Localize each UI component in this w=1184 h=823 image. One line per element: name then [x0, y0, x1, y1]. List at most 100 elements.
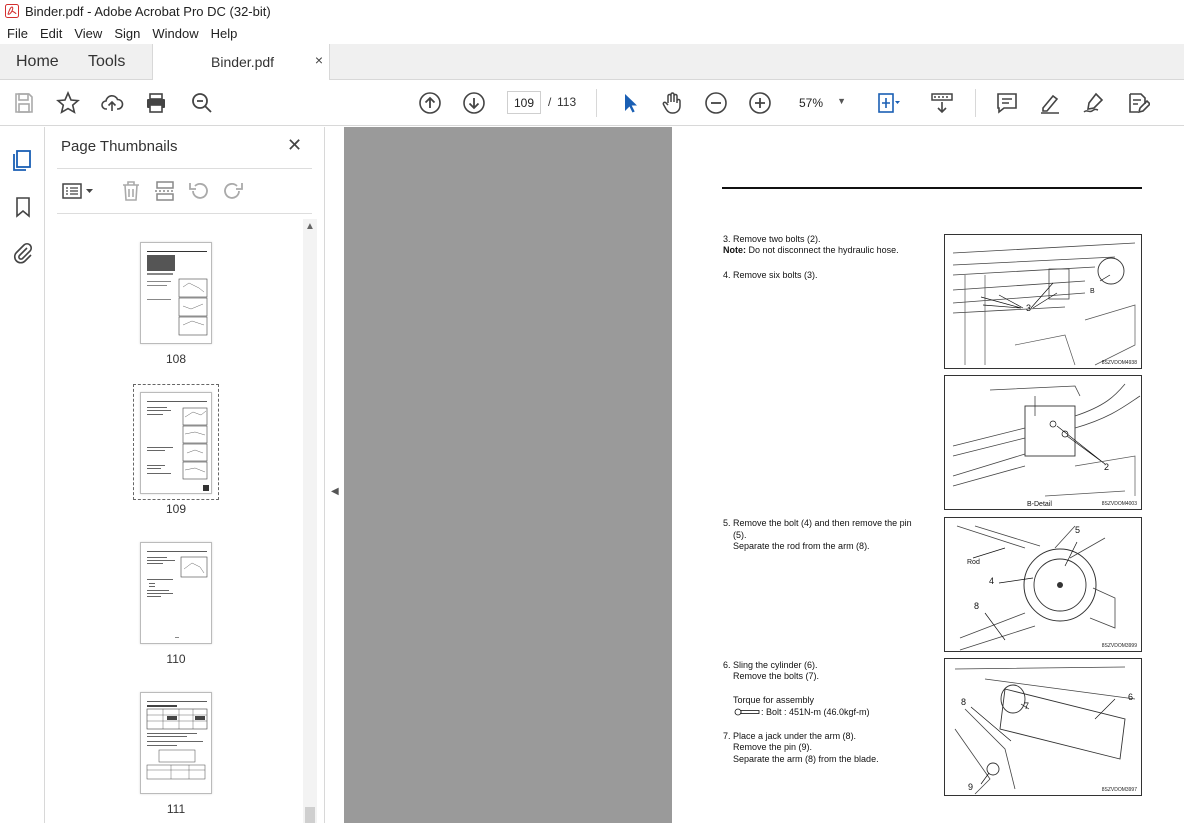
note-label: Note:	[723, 245, 746, 255]
chevron-down-icon: ▼	[837, 96, 846, 106]
step-4-text: 4. Remove six bolts (3).	[723, 270, 818, 280]
title-bar: Binder.pdf - Adobe Acrobat Pro DC (32-bi…	[0, 0, 1184, 22]
step-7-text: 7. Place a jack under the arm (8).	[723, 731, 857, 741]
tab-home[interactable]: Home	[16, 53, 59, 71]
close-tab-icon[interactable]: ×	[315, 52, 323, 68]
torque-value: : Bolt : 451N-m (46.0kgf-m)	[761, 707, 870, 717]
figure-pin-removal: 5 Rod 4 8 8SZVDOM3999	[944, 517, 1142, 652]
zoom-search-icon[interactable]	[190, 91, 214, 115]
page-thumbnails-icon[interactable]	[11, 147, 35, 171]
figure-caption: 8SZVDOM3997	[1101, 787, 1137, 793]
figure-illustration	[956, 525, 1116, 651]
page-thumbnail-111[interactable]	[140, 692, 212, 794]
figure-illustration	[952, 242, 1136, 366]
chevron-left-icon[interactable]: ◀	[331, 486, 339, 497]
step-6-text-sub: Remove the bolts (7).	[733, 671, 820, 681]
menu-edit[interactable]: Edit	[34, 26, 68, 41]
toolbar-divider	[596, 89, 597, 117]
step-5-text: 5. Remove the bolt (4) and then remove t…	[723, 518, 912, 528]
note-body: Do not disconnect the hydraulic hose.	[746, 245, 899, 255]
document-viewer-background	[344, 127, 672, 823]
panel-divider	[57, 168, 312, 169]
zoom-in-icon[interactable]	[748, 91, 772, 115]
thumbnails-panel: Page Thumbnails ✕ 108 109 110 111 ▲	[45, 127, 325, 823]
fit-page-icon[interactable]	[876, 91, 900, 115]
acrobat-app-icon	[5, 4, 19, 18]
step-5-text-cont: (5).	[733, 530, 747, 540]
tab-bar: Home Tools Binder.pdf ×	[0, 44, 1184, 81]
sign-icon[interactable]	[1082, 91, 1106, 115]
callout-label: 4	[989, 576, 995, 586]
wrench-icon	[734, 708, 760, 716]
panel-divider	[57, 213, 312, 214]
menu-view[interactable]: View	[68, 26, 108, 41]
extract-pages-icon[interactable]	[153, 179, 177, 203]
close-icon[interactable]: ✕	[287, 135, 302, 156]
header-rule	[722, 187, 1142, 189]
callout-label: 8	[961, 697, 967, 707]
thumbnail-options-icon[interactable]	[61, 179, 97, 203]
callout-label: 2	[1104, 462, 1110, 472]
rotate-clockwise-icon[interactable]	[221, 179, 245, 203]
callout-label: 6	[1128, 692, 1134, 702]
step-7-text-sub: Remove the pin (9).	[733, 742, 813, 752]
page-separator: /	[548, 95, 552, 109]
previous-page-icon[interactable]	[418, 91, 442, 115]
bookmark-star-icon[interactable]	[56, 90, 80, 115]
navigation-pane-bar	[0, 127, 45, 823]
scroll-mode-icon[interactable]	[930, 91, 954, 115]
callout-label: 8	[974, 601, 980, 611]
bookmarks-icon[interactable]	[11, 195, 35, 219]
menu-sign[interactable]: Sign	[108, 26, 146, 41]
menu-window[interactable]: Window	[146, 26, 204, 41]
callout-label: Rod	[967, 559, 980, 566]
menu-bar: File Edit View Sign Window Help	[0, 22, 1184, 44]
comment-icon[interactable]	[995, 91, 1019, 115]
detail-label: B-Detail	[1027, 501, 1052, 508]
tab-tools[interactable]: Tools	[88, 53, 125, 71]
tab-document-label: Binder.pdf	[211, 54, 275, 70]
toolbar-divider	[975, 89, 976, 117]
edit-pdf-icon[interactable]	[1126, 91, 1152, 115]
figure-illustration	[954, 666, 1136, 795]
figure-bolts-3: 3 B 8SZVDOM4938	[944, 234, 1142, 369]
collapse-pane-handle[interactable]: ◀	[325, 127, 344, 823]
window-title: Binder.pdf - Adobe Acrobat Pro DC (32-bi…	[25, 3, 271, 19]
callout-label: 7	[1024, 701, 1030, 711]
save-icon[interactable]	[12, 91, 36, 115]
thumbnails-scrollbar[interactable]: ▲	[303, 219, 317, 823]
step-6-text: 6. Sling the cylinder (6).	[723, 660, 818, 670]
upload-cloud-icon[interactable]	[100, 91, 124, 115]
print-icon[interactable]	[144, 91, 168, 115]
thumbnail-label: 110	[166, 652, 186, 666]
delete-page-icon[interactable]	[119, 179, 143, 203]
zoom-out-icon[interactable]	[704, 91, 728, 115]
highlight-pen-icon[interactable]	[1038, 91, 1062, 115]
callout-label: B	[1090, 288, 1095, 295]
callout-label: 3	[1026, 303, 1032, 313]
zoom-level-value: 57%	[799, 96, 824, 110]
scrollbar-thumb[interactable]	[305, 807, 315, 823]
page-thumbnail-109[interactable]	[140, 392, 212, 494]
page-number-input[interactable]: 109	[507, 91, 541, 114]
page-thumbnail-108[interactable]	[140, 242, 212, 344]
zoom-level-select[interactable]: 57% ▼	[790, 92, 854, 114]
hand-tool-icon[interactable]	[660, 91, 684, 115]
page-thumbnail-110[interactable]	[140, 542, 212, 644]
thumbnail-label: 108	[165, 352, 187, 366]
next-page-icon[interactable]	[462, 91, 486, 115]
menu-help[interactable]: Help	[205, 26, 244, 41]
thumbnail-label: 111	[166, 802, 186, 816]
select-cursor-icon[interactable]	[618, 91, 642, 115]
step-3-text: 3. Remove two bolts (2).	[723, 234, 821, 244]
attachments-icon[interactable]	[11, 241, 35, 265]
menu-file[interactable]: File	[0, 26, 34, 41]
chevron-up-icon[interactable]: ▲	[305, 221, 315, 232]
step-5-text-sub: Separate the rod from the arm (8).	[733, 541, 870, 551]
torque-title: Torque for assembly	[733, 695, 815, 705]
rotate-counterclockwise-icon[interactable]	[187, 179, 211, 203]
main-toolbar: 109 / 113 57% ▼	[0, 80, 1184, 126]
figure-illustration	[952, 383, 1141, 497]
tab-document[interactable]: Binder.pdf ×	[152, 44, 330, 81]
figure-caption: 8SZVDOM4938	[1101, 360, 1137, 366]
